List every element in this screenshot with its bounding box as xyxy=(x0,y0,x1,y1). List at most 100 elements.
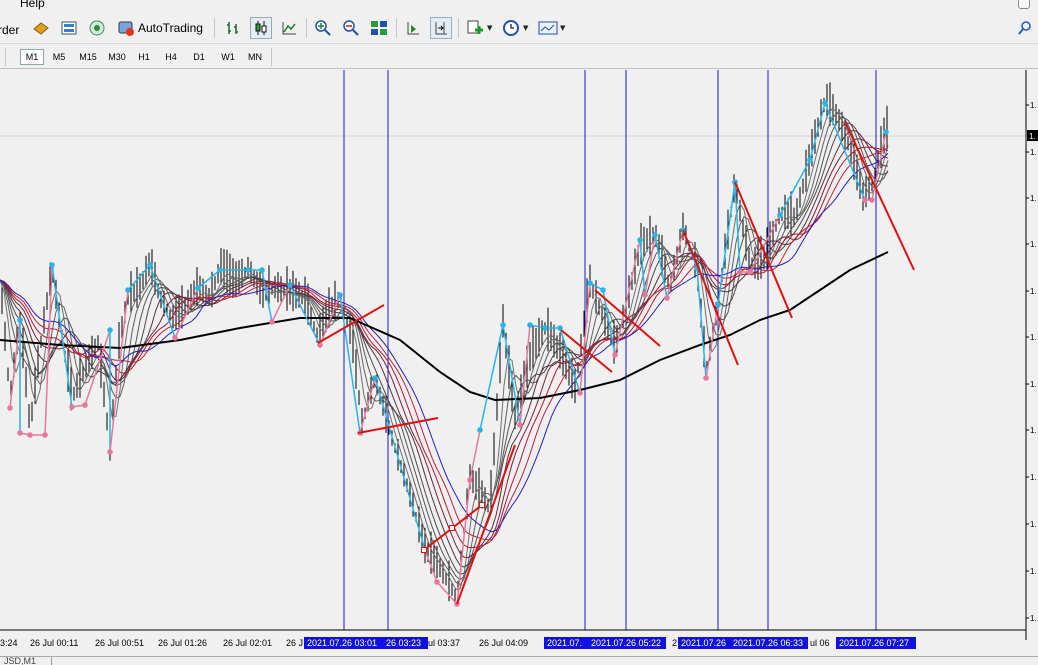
zoom-in-icon xyxy=(312,17,334,39)
chart-canvas[interactable]: 1.1.1.1.1.1.1.1.1.1.1.1.1. 3:24 26 Jul 0… xyxy=(0,70,1038,656)
auto-scroll-button[interactable] xyxy=(402,17,424,39)
trendline xyxy=(734,181,793,319)
timeframe-m15[interactable]: M15 xyxy=(74,49,102,65)
zoom-in-button[interactable] xyxy=(312,17,334,39)
zigzag-segment xyxy=(109,289,129,453)
new-order-button[interactable]: rder xyxy=(0,19,19,41)
ma-line xyxy=(0,138,889,559)
menu-help[interactable]: Help xyxy=(20,0,45,10)
periods-button[interactable]: ▼ xyxy=(500,17,528,39)
price-label: 1. xyxy=(1030,148,1037,157)
swing-high-dot xyxy=(777,212,783,218)
time-highlight-label: 2021.07. xyxy=(547,638,582,648)
swing-low-dot xyxy=(642,292,648,298)
swing-high-dot xyxy=(287,282,293,288)
chart-tabs: JSD,M1 xyxy=(0,656,1038,665)
swing-high-dot xyxy=(715,302,721,308)
time-label: 3:24 xyxy=(0,638,18,648)
toolbar-separator xyxy=(214,18,215,38)
price-label: 1. xyxy=(1030,101,1037,110)
trendline xyxy=(357,417,439,434)
timeframe-d1[interactable]: D1 xyxy=(188,49,210,65)
swing-low-dot xyxy=(467,477,473,483)
indicators-button[interactable]: ▼ xyxy=(464,17,492,39)
swing-high-dot xyxy=(217,267,223,273)
price-label: 1. xyxy=(1030,380,1037,389)
time-label: ul 03:37 xyxy=(428,638,460,648)
candlestick-icon xyxy=(250,17,272,39)
swing-low-dot xyxy=(517,422,523,428)
time-highlight-label: 26 03:23 xyxy=(386,638,421,648)
swing-low-dot xyxy=(703,375,709,381)
ma-line xyxy=(0,147,889,541)
swing-low-dot xyxy=(612,352,618,358)
time-label: 26 Jul 00:51 xyxy=(95,638,144,648)
zoom-out-icon xyxy=(340,17,362,39)
clock-icon xyxy=(500,17,522,39)
price-label: 1. xyxy=(1030,520,1037,529)
swing-high-dot xyxy=(637,237,643,243)
swing-high-dot xyxy=(17,317,23,323)
time-highlight-label: 2021.07.26 xyxy=(681,638,726,648)
tile-windows-icon xyxy=(368,17,390,39)
timeframe-m5[interactable]: M5 xyxy=(48,49,70,65)
swing-low-dot xyxy=(577,390,583,396)
search-button[interactable] xyxy=(1014,17,1036,39)
timeframe-h4[interactable]: H4 xyxy=(160,49,182,65)
timeframe-m1[interactable]: M1 xyxy=(20,49,44,65)
zigzag-segment xyxy=(44,264,53,436)
bar-chart-button[interactable] xyxy=(222,17,244,39)
zoom-out-button[interactable] xyxy=(340,17,362,39)
toolbar-separator xyxy=(271,48,272,66)
chart-shift-button[interactable] xyxy=(430,17,452,39)
candlestick-button[interactable] xyxy=(250,17,272,39)
timeframe-w1[interactable]: W1 xyxy=(216,49,240,65)
trendline-anchor xyxy=(449,525,455,531)
indicators-dropdown-icon[interactable]: ▼ xyxy=(487,24,492,32)
swing-low-dot xyxy=(7,405,13,411)
price-chart[interactable]: 1. 1. 1. 1. 1. 1. 1. 1. 1. 1. 1. 1. 1. 3:24 26 Jul 0… xyxy=(0,70,1038,656)
ma-line xyxy=(0,117,889,581)
swing-high-dot xyxy=(259,267,265,273)
timeframe-m30[interactable]: M30 xyxy=(103,49,131,65)
price-label: 1. xyxy=(1030,614,1037,623)
chart-tab[interactable]: JSD,M1 xyxy=(0,657,52,665)
zigzag-segment xyxy=(374,377,426,551)
terminal-icon xyxy=(58,17,80,39)
autotrading-button[interactable]: AutoTrading xyxy=(115,17,203,39)
swing-high-dot xyxy=(822,100,828,106)
search-icon xyxy=(1014,17,1036,39)
swing-high-dot xyxy=(125,287,131,293)
trendline-anchor xyxy=(479,502,485,508)
meta-editor-button[interactable] xyxy=(30,17,52,39)
window-close-icon[interactable] xyxy=(1018,0,1030,9)
line-chart-button[interactable] xyxy=(278,17,300,39)
swing-low-dot xyxy=(107,449,113,455)
toolbar-separator xyxy=(396,18,397,38)
swing-high-dot xyxy=(600,287,606,293)
swing-low-dot xyxy=(17,430,23,436)
swing-high-dot xyxy=(195,285,201,291)
signals-button[interactable] xyxy=(86,17,108,39)
templates-dropdown-icon[interactable]: ▼ xyxy=(560,24,565,32)
templates-button[interactable]: ▼ xyxy=(537,17,565,39)
price-label: 1. xyxy=(1030,287,1037,296)
tile-windows-button[interactable] xyxy=(368,17,390,39)
autotrading-icon xyxy=(115,17,137,39)
chart-shift-icon xyxy=(430,17,452,39)
autotrading-label: AutoTrading xyxy=(138,21,203,35)
price-label: 1. xyxy=(1030,426,1037,435)
timeframe-h1[interactable]: H1 xyxy=(133,49,155,65)
toolbar-separator xyxy=(5,48,6,66)
ma-line xyxy=(0,146,889,549)
swing-low-dot xyxy=(69,404,75,410)
periods-dropdown-icon[interactable]: ▼ xyxy=(523,24,528,32)
zigzag-segment xyxy=(614,239,641,356)
time-axis: 3:24 26 Jul 00:11 26 Jul 00:51 26 Jul 01… xyxy=(0,637,916,649)
timeframe-mn[interactable]: MN xyxy=(243,49,267,65)
swing-high-dot xyxy=(245,267,251,273)
candles xyxy=(1,82,888,602)
terminal-button[interactable] xyxy=(58,17,80,39)
time-highlight-label: 2021.07.26 07:27 xyxy=(839,638,909,648)
timeframe-bar: M1 M5 M15 M30 H1 H4 D1 W1 MN xyxy=(0,45,1038,69)
